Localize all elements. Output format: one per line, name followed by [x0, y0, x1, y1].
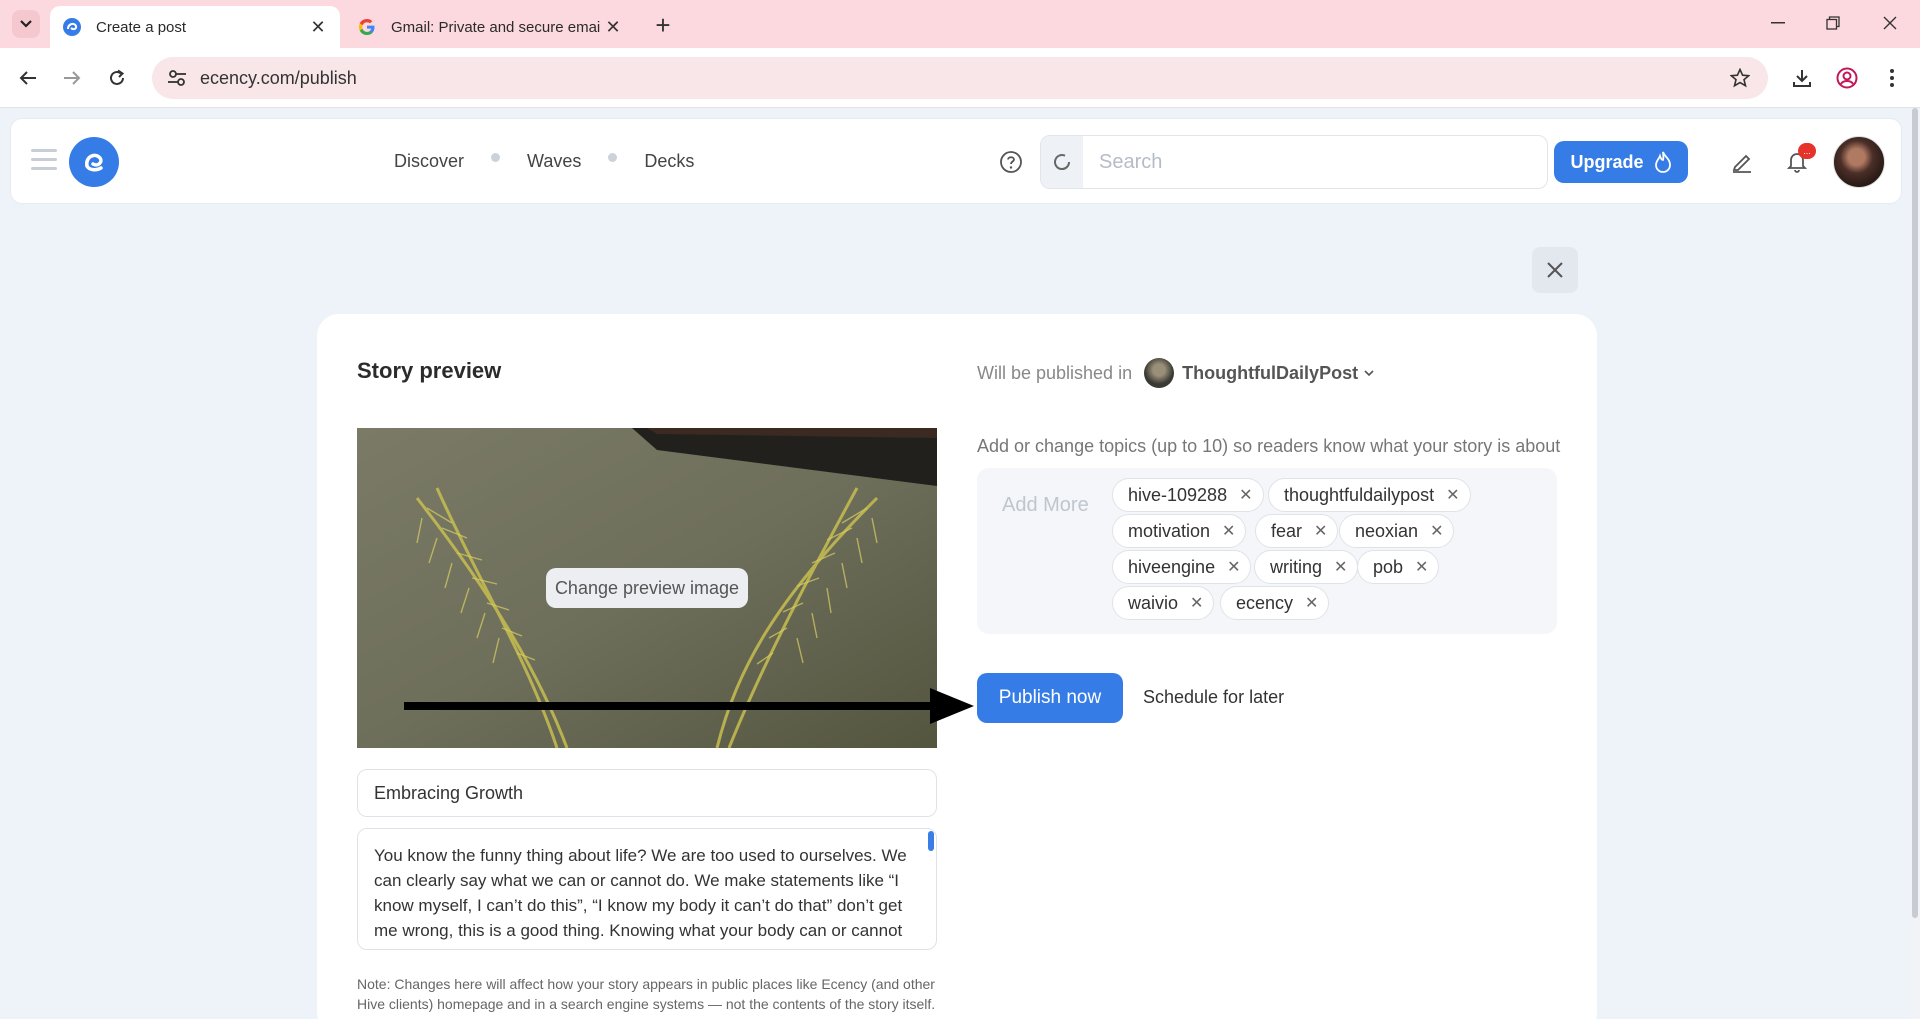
address-bar[interactable]: ecency.com/publish [152, 57, 1768, 99]
ecency-favicon-icon [62, 17, 82, 37]
main-nav: Discover Waves Decks [394, 151, 694, 172]
tab-gmail[interactable]: Gmail: Private and secure email ✕ [345, 6, 635, 48]
nav-discover[interactable]: Discover [394, 151, 464, 172]
add-more-tags-input[interactable]: Add More [1002, 494, 1089, 517]
change-preview-image-button[interactable]: Change preview image [546, 568, 748, 608]
profile-icon[interactable] [1831, 62, 1863, 94]
nav-separator [491, 153, 501, 162]
remove-tag-icon[interactable]: ✕ [1314, 521, 1327, 541]
tag-label: neoxian [1355, 520, 1419, 541]
download-icon[interactable] [1786, 62, 1818, 94]
tag-label: ecency [1236, 592, 1294, 613]
publish-card: Story preview Change preview image Embra… [317, 314, 1597, 1019]
tab-title: Gmail: Private and secure email [391, 18, 601, 36]
page-scrollbar-thumb[interactable] [1912, 108, 1918, 918]
close-window-icon[interactable] [1870, 8, 1910, 38]
nav-waves[interactable]: Waves [527, 151, 581, 172]
textarea-scrollbar[interactable] [928, 831, 934, 851]
page-scrollbar[interactable] [1910, 108, 1920, 1019]
remove-tag-icon[interactable]: ✕ [1415, 557, 1428, 577]
chevron-down-icon [1364, 366, 1374, 380]
search-input[interactable] [1099, 150, 1519, 174]
tab-search-chevron-icon[interactable] [12, 10, 40, 38]
help-question-icon[interactable] [999, 150, 1023, 174]
tag-chip: writing ✕ [1254, 550, 1359, 584]
tag-chip: hiveengine ✕ [1112, 550, 1252, 584]
remove-tag-icon[interactable]: ✕ [1190, 593, 1203, 613]
remove-tag-icon[interactable]: ✕ [1222, 521, 1235, 541]
ecency-logo[interactable] [69, 137, 119, 187]
nav-decks[interactable]: Decks [644, 151, 694, 172]
reload-icon[interactable] [101, 62, 133, 94]
restore-window-icon[interactable] [1813, 8, 1853, 38]
browser-toolbar: ecency.com/publish [0, 48, 1920, 108]
notification-badge: ... [1798, 143, 1816, 159]
browser-tabbar: Create a post ✕ Gmail: Private and secur… [0, 0, 1920, 48]
tag-chip: pob ✕ [1357, 550, 1440, 584]
forward-arrow-icon[interactable] [56, 62, 88, 94]
notifications-bell-icon[interactable]: ... [1784, 143, 1816, 175]
browser-menu-icon[interactable] [1876, 62, 1908, 94]
minimize-window-icon[interactable] [1758, 8, 1798, 38]
publish-now-button[interactable]: Publish now [977, 673, 1123, 723]
story-body-text: You know the funny thing about life? We … [374, 846, 907, 949]
bookmark-star-icon[interactable] [1720, 58, 1760, 98]
hamburger-menu-icon[interactable] [31, 149, 57, 171]
site-settings-icon[interactable] [156, 57, 198, 99]
remove-tag-icon[interactable]: ✕ [1305, 593, 1318, 613]
remove-tag-icon[interactable]: ✕ [1227, 557, 1240, 577]
annotation-arrow-icon [404, 688, 974, 724]
story-body-textarea[interactable]: You know the funny thing about life? We … [357, 828, 937, 950]
tags-input[interactable]: Add More hive-109288 ✕ thoughtfuldailypos… [977, 468, 1557, 634]
flame-icon [1654, 151, 1671, 173]
site-header: Discover Waves Decks Upgrade ... [10, 118, 1902, 204]
will-be-published-label: Will be published in [977, 362, 1133, 383]
schedule-for-later-button[interactable]: Schedule for later [1143, 687, 1284, 708]
tag-label: hive-109288 [1128, 484, 1228, 505]
story-preview-heading: Story preview [357, 358, 502, 383]
remove-tag-icon[interactable]: ✕ [1334, 557, 1347, 577]
site-search [1040, 135, 1548, 189]
close-tab-icon[interactable]: ✕ [306, 15, 330, 39]
upgrade-button[interactable]: Upgrade [1554, 141, 1688, 183]
preview-note: Note: Changes here will affect how your … [357, 976, 936, 1012]
tag-label: pob [1373, 556, 1404, 577]
tag-chip: motivation ✕ [1112, 514, 1247, 548]
close-icon [1547, 262, 1563, 278]
tag-label: fear [1271, 520, 1303, 541]
tag-label: thoughtfuldailypost [1284, 484, 1435, 505]
close-tab-icon[interactable]: ✕ [601, 15, 625, 39]
publish-community-selector[interactable]: Will be published in ThoughtfulDailyPost [977, 358, 1374, 388]
tag-chip: fear ✕ [1255, 514, 1339, 548]
tag-chip: neoxian ✕ [1339, 514, 1455, 548]
nav-separator [608, 153, 618, 162]
search-loading-icon [1041, 136, 1083, 188]
new-tab-plus-icon[interactable]: + [650, 10, 676, 40]
upgrade-label: Upgrade [1570, 151, 1644, 172]
user-avatar[interactable] [1833, 136, 1885, 188]
community-name: ThoughtfulDailyPost [1182, 362, 1359, 383]
tab-title: Create a post [96, 18, 187, 36]
edit-pencil-icon[interactable] [1729, 149, 1755, 175]
tag-chip: waivio ✕ [1112, 586, 1215, 620]
remove-tag-icon[interactable]: ✕ [1430, 521, 1443, 541]
community-avatar [1144, 358, 1175, 388]
tag-label: hiveengine [1128, 556, 1216, 577]
tag-label: motivation [1128, 520, 1211, 541]
story-title-input[interactable]: Embracing Growth [357, 769, 937, 817]
tag-label: waivio [1128, 592, 1179, 613]
close-modal-button[interactable] [1532, 247, 1578, 293]
tag-label: writing [1270, 556, 1323, 577]
tag-chip: ecency ✕ [1220, 586, 1330, 620]
remove-tag-icon[interactable]: ✕ [1446, 485, 1459, 505]
remove-tag-icon[interactable]: ✕ [1239, 485, 1252, 505]
url-text: ecency.com/publish [200, 67, 357, 88]
tag-chip: hive-109288 ✕ [1112, 478, 1264, 512]
tag-chip: thoughtfuldailypost ✕ [1268, 478, 1471, 512]
google-favicon-icon [357, 17, 377, 37]
topics-hint: Add or change topics (up to 10) so reade… [977, 436, 1561, 456]
back-arrow-icon[interactable] [12, 62, 44, 94]
tab-create-post[interactable]: Create a post ✕ [50, 6, 340, 48]
